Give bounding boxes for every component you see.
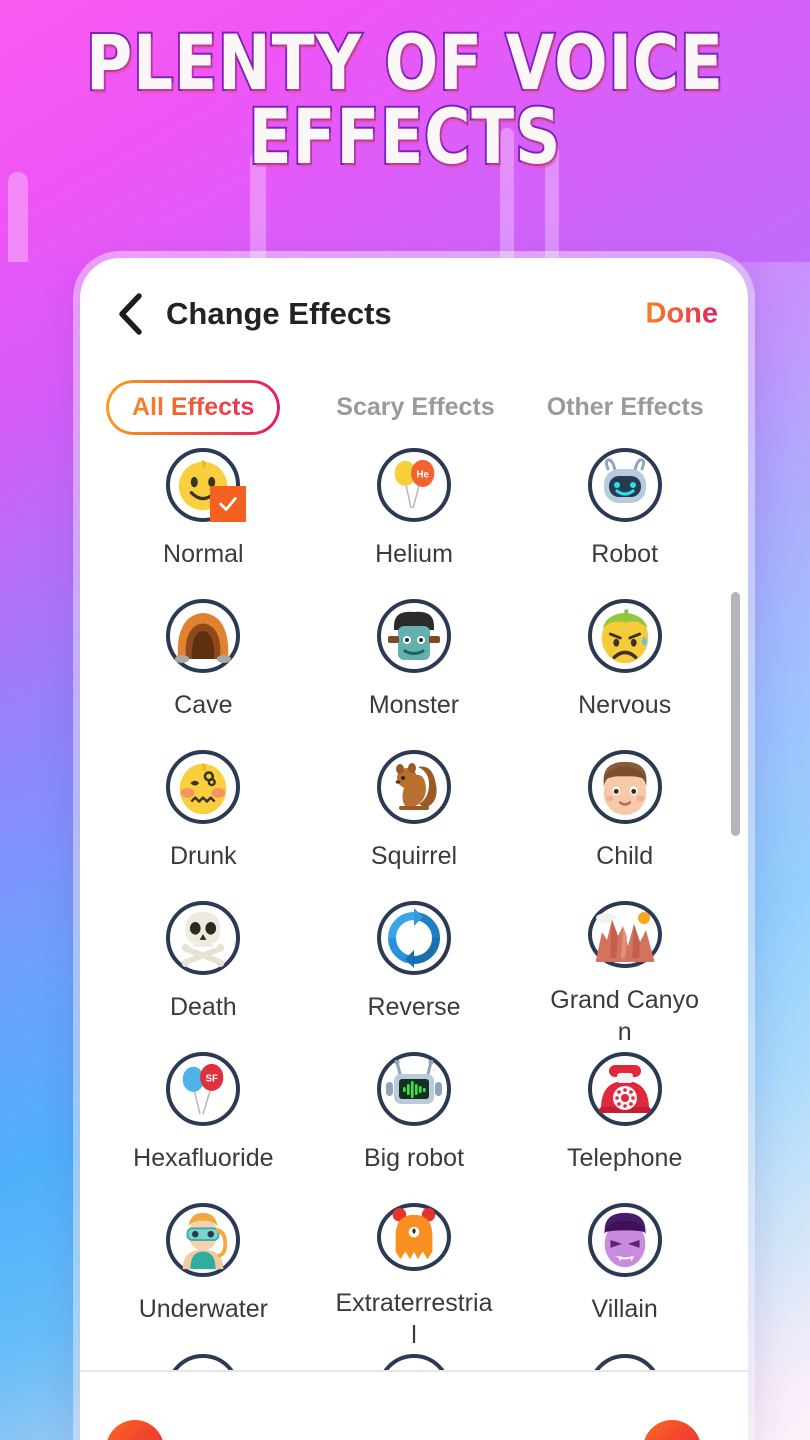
smiley-face-icon (166, 448, 247, 522)
effect-label: Monster (368, 691, 460, 719)
effect-item[interactable]: Grand Canyon (519, 897, 730, 1048)
bottom-action-bar (80, 1372, 748, 1440)
effect-item[interactable]: Extraterrestrial (309, 1199, 520, 1350)
effect-label: Reverse (367, 993, 461, 1021)
cave-entrance-icon (166, 599, 241, 673)
effect-label: Normal (163, 540, 244, 568)
play-button[interactable] (643, 1420, 701, 1440)
tab-other-effects[interactable]: Other Effects (547, 393, 704, 422)
banner-headline-line2: EFFECTS (247, 92, 563, 182)
effect-label: Robot (591, 540, 659, 568)
effect-item[interactable]: He Helium (309, 444, 520, 595)
grid-scrollbar[interactable] (731, 592, 740, 836)
effect-item[interactable]: Squirrel (309, 746, 520, 897)
drunk-face-icon (166, 750, 241, 824)
effect-label: Squirrel (370, 842, 458, 870)
effect-label: Telephone (566, 1144, 683, 1172)
effect-item[interactable]: Cave (98, 595, 309, 746)
promo-banner: PLENTY OF VOICE EFFECTS (0, 0, 810, 262)
telephone-icon (587, 1052, 662, 1126)
effect-label: Villain (591, 1295, 658, 1323)
effect-item[interactable]: Monster (309, 595, 520, 746)
svg-text:He: He (417, 469, 430, 480)
effect-item[interactable]: Death (98, 897, 309, 1048)
effect-item[interactable]: Reverse (309, 897, 520, 1048)
effect-item[interactable]: Big robot (309, 1048, 520, 1199)
effect-item[interactable]: Normal (98, 444, 309, 595)
effect-item[interactable]: Nervous (519, 595, 730, 746)
effect-label: Big robot (363, 1144, 465, 1172)
back-button[interactable] (104, 288, 156, 340)
effect-label: Nervous (578, 691, 672, 719)
effect-label: Extraterrestrial (335, 1289, 493, 1349)
effect-item[interactable]: Underwater (98, 1199, 309, 1350)
helium-balloons-icon: He (376, 448, 451, 522)
effect-item[interactable]: Villain (519, 1199, 730, 1350)
tab-all-effects[interactable]: All Effects (106, 380, 280, 435)
canyon-icon (587, 901, 662, 968)
reverse-arrows-icon (376, 901, 451, 975)
effect-label: Underwater (138, 1295, 268, 1323)
effect-label: Helium (375, 540, 453, 568)
effect-label: Hexafluoride (133, 1144, 274, 1172)
effect-label: Child (596, 842, 654, 870)
effect-item[interactable]: Drunk (98, 746, 309, 897)
effect-label: Grand Canyon (550, 986, 699, 1046)
effect-label: Cave (174, 691, 233, 719)
robot-head-icon (587, 448, 662, 522)
effect-item[interactable]: Child (519, 746, 730, 897)
diver-icon (166, 1203, 241, 1277)
nervous-face-icon (587, 599, 662, 673)
effects-grid: Normal He Helium Robot Cave Monster Nerv… (80, 444, 748, 1372)
effect-item[interactable]: Robot (519, 444, 730, 595)
effect-category-tabs: All Effects Scary Effects Other Effects (80, 370, 748, 444)
effect-item[interactable] (309, 1350, 520, 1372)
effect-label: Death (169, 993, 237, 1021)
tab-scary-effects[interactable]: Scary Effects (336, 393, 494, 422)
skull-crossbones-icon (166, 901, 241, 975)
waveform-bar (8, 172, 28, 262)
sf-balloons-icon: SF (166, 1052, 241, 1126)
effects-grid-viewport: Normal He Helium Robot Cave Monster Nerv… (80, 444, 748, 1372)
villain-face-icon (587, 1203, 662, 1277)
child-face-icon (587, 750, 662, 824)
effect-label: Drunk (169, 842, 237, 870)
record-button[interactable] (106, 1420, 164, 1440)
phone-screen-card: Change Effects Done All Effects Scary Ef… (80, 258, 748, 1440)
svg-text:SF: SF (206, 1073, 218, 1084)
monster-face-icon (376, 599, 451, 673)
checkmark-icon (210, 486, 247, 522)
effect-item[interactable] (519, 1350, 730, 1372)
done-button[interactable]: Done (646, 298, 719, 331)
alien-icon (376, 1203, 451, 1271)
squirrel-icon (376, 750, 451, 824)
effect-item[interactable] (98, 1350, 309, 1372)
banner-headline: PLENTY OF VOICE EFFECTS (32, 23, 777, 182)
navigation-bar: Change Effects Done (80, 258, 748, 370)
big-robot-icon (376, 1052, 451, 1126)
page-title: Change Effects (166, 296, 392, 331)
effect-item[interactable]: SF Hexafluoride (98, 1048, 309, 1199)
effect-item[interactable]: Telephone (519, 1048, 730, 1199)
chevron-left-icon (119, 293, 142, 335)
